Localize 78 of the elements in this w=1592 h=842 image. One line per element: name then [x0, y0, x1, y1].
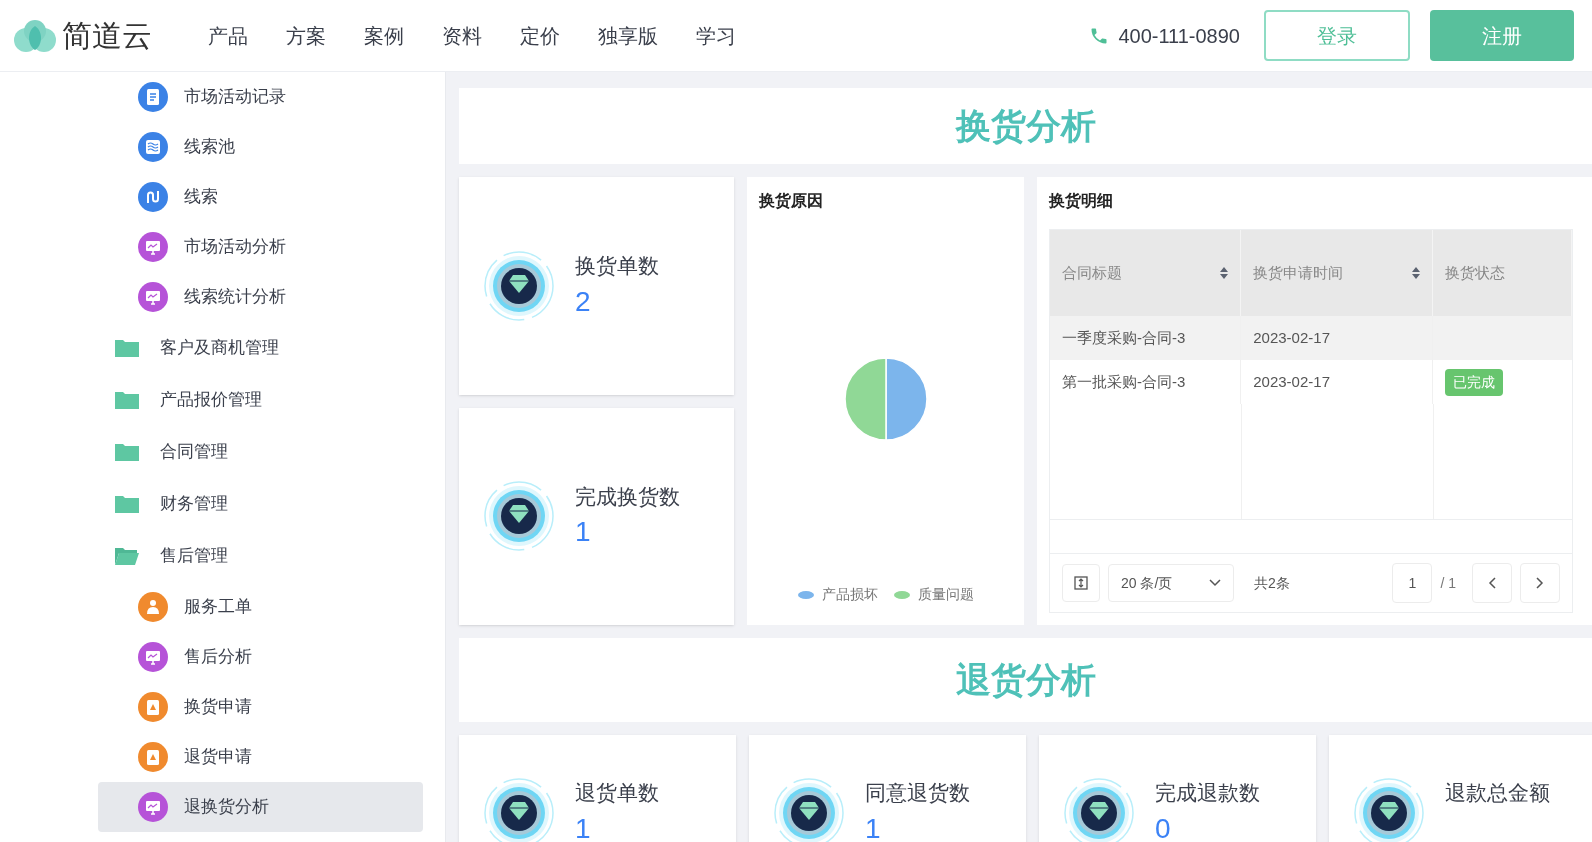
monitor-icon [138, 282, 168, 312]
folder-icon [114, 389, 140, 411]
nav-link[interactable]: 学习 [696, 20, 736, 51]
legend-marker-icon [893, 590, 910, 599]
folder-item[interactable]: 售后管理 [90, 530, 445, 582]
sort-icon[interactable] [1411, 267, 1420, 279]
nav-link[interactable]: 案例 [364, 20, 404, 51]
brand-name: 简道云 [62, 18, 152, 54]
folder-icon [114, 441, 140, 463]
nav-link[interactable]: 独享版 [598, 20, 658, 51]
status-tag: 已完成 [1444, 368, 1503, 396]
stat-label: 同意退货数 [865, 780, 970, 806]
sidebar-item[interactable]: 退货申请 [98, 732, 423, 782]
monitor-icon [138, 792, 168, 822]
stat-label: 换货单数 [575, 253, 659, 279]
total-count: 共2条 [1254, 573, 1290, 593]
stat-value: 2 [575, 284, 592, 319]
stat-label: 退货单数 [575, 780, 659, 806]
list-icon [138, 132, 168, 162]
expand-icon [1074, 576, 1088, 590]
sidebar-item[interactable]: 市场活动记录 [98, 72, 423, 122]
stat-value: 1 [575, 811, 592, 842]
table-row[interactable]: 一季度采购-合同-3 2023-02-17 [1050, 316, 1572, 360]
folder-item[interactable]: 财务管理 [90, 478, 445, 530]
logo-icon [12, 17, 58, 54]
diamond-icon [1353, 777, 1425, 842]
section-title: 换货分析 [955, 104, 1096, 147]
stat-label: 完成退款数 [1155, 780, 1260, 806]
diamond-icon [483, 777, 555, 842]
sidebar-item[interactable]: 换货申请 [98, 682, 423, 732]
expand-button[interactable] [1062, 564, 1100, 602]
clipboard-icon [138, 692, 168, 722]
folder-icon [114, 493, 140, 515]
sidebar-item[interactable]: 售后分析 [98, 632, 423, 682]
table-cell: 第一批采购-合同-3 [1050, 360, 1242, 404]
chevron-left-icon [1488, 577, 1496, 589]
folder-item[interactable]: 客户及商机管理 [90, 322, 445, 374]
chevron-down-icon [1209, 579, 1221, 587]
person-icon [138, 592, 168, 622]
sidebar-item[interactable]: 线索 [98, 172, 423, 222]
table-cell: 2023-02-17 [1241, 360, 1433, 404]
sidebar-item[interactable]: 退换货分析 [98, 782, 423, 832]
monitor-icon [138, 232, 168, 262]
sidebar-item[interactable]: 市场活动分析 [98, 222, 423, 272]
sidebar-item[interactable]: 线索池 [98, 122, 423, 172]
page-size-select[interactable]: 20 条/页 [1108, 564, 1234, 602]
section-title: 退货分析 [955, 658, 1096, 701]
chevron-right-icon [1536, 577, 1544, 589]
clipboard-icon [138, 742, 168, 772]
nav-link[interactable]: 定价 [520, 20, 560, 51]
stat-value: 0 [1155, 811, 1172, 842]
card-title: 换货原因 [759, 191, 824, 212]
diamond-icon [773, 777, 845, 842]
sort-icon[interactable] [1220, 267, 1229, 279]
page-count: / 1 [1440, 573, 1456, 593]
nav-link[interactable]: 产品 [208, 20, 248, 51]
phone-number: 400-111-0890 [1118, 23, 1240, 49]
nav-link[interactable]: 资料 [442, 20, 482, 51]
sidebar-item[interactable]: 线索统计分析 [98, 272, 423, 322]
stat-value: 1 [575, 515, 592, 549]
monitor-icon [138, 642, 168, 672]
legend-label[interactable]: 产品损坏 [821, 584, 878, 605]
folder-icon [114, 337, 140, 359]
route-icon [138, 182, 168, 212]
folder-item[interactable]: 产品报价管理 [90, 374, 445, 426]
sidebar-item[interactable]: 服务工单 [98, 582, 423, 632]
stat-value: 1 [865, 811, 882, 842]
nav-link[interactable]: 方案 [286, 20, 326, 51]
diamond-icon [1063, 777, 1135, 842]
page-input[interactable]: 1 [1392, 563, 1433, 603]
card-title: 换货明细 [1049, 191, 1114, 212]
stat-label: 退款总金额 [1445, 780, 1550, 806]
legend-marker-icon [797, 590, 814, 599]
folder-item[interactable]: 合同管理 [90, 426, 445, 478]
open-folder-icon [114, 545, 140, 567]
document-icon [138, 82, 168, 112]
stat-label: 完成换货数 [575, 483, 680, 510]
legend-label[interactable]: 质量问题 [917, 584, 974, 605]
